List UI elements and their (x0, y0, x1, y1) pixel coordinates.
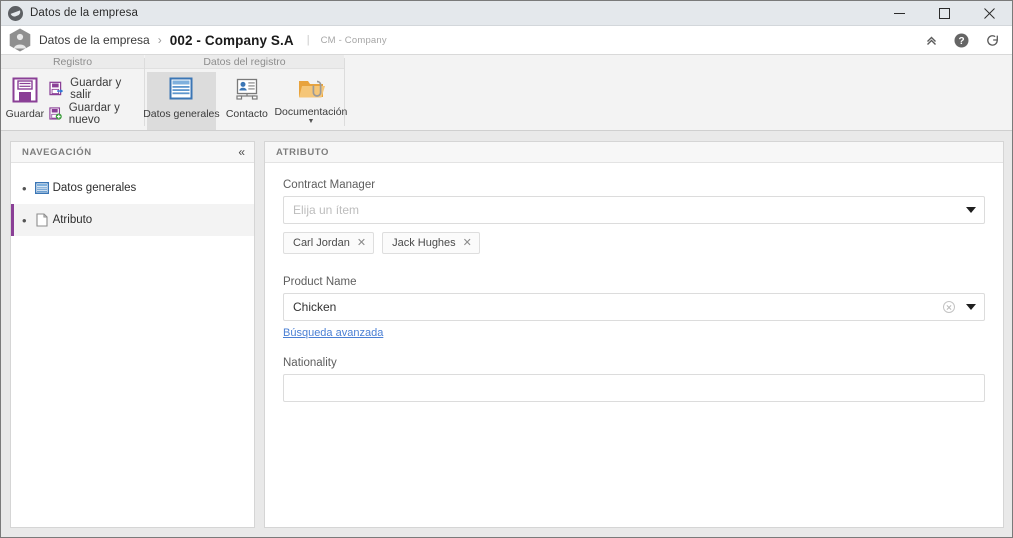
sidebar-item-datos-generales[interactable]: • Datos generales (11, 172, 254, 204)
collapse-ribbon-icon[interactable] (925, 34, 938, 47)
globe-icon (8, 5, 23, 21)
contract-manager-placeholder: Elija un ítem (293, 203, 360, 217)
close-button[interactable] (967, 1, 1012, 26)
ribbon-group-title: Datos del registro (145, 55, 344, 69)
navigation-panel: NAVEGACIÓN « • Datos generales • Atribut… (10, 141, 255, 528)
bullet-icon: • (22, 180, 27, 196)
remove-chip-icon[interactable]: ✕ (463, 237, 472, 249)
document-page-icon (36, 213, 48, 227)
nationality-input[interactable] (283, 374, 985, 402)
save-button-label: Guardar (5, 108, 45, 120)
ribbon-group-title: Registro (1, 55, 144, 69)
attribute-form-panel: ATRIBUTO Contract Manager Elija un ítem … (264, 141, 1004, 528)
contract-manager-chips: Carl Jordan ✕ Jack Hughes ✕ (283, 232, 985, 254)
breadcrumb-pipe: | (306, 34, 310, 46)
bullet-icon: • (22, 212, 27, 228)
form-title: ATRIBUTO (276, 146, 330, 158)
svg-text:?: ? (958, 36, 964, 47)
field-nationality: Nationality (274, 357, 985, 402)
collapse-navigation-icon[interactable]: « (238, 146, 245, 158)
clear-circle-icon[interactable] (943, 301, 955, 313)
help-icon[interactable]: ? (954, 33, 969, 48)
save-and-new-button[interactable]: Guardar y nuevo (49, 101, 144, 126)
chip-carl-jordan[interactable]: Carl Jordan ✕ (283, 232, 375, 254)
tab-documentacion[interactable]: Documentación ▼ (274, 72, 347, 130)
tab-datos-generales[interactable]: Datos generales (143, 72, 220, 130)
chip-label: Jack Hughes (392, 237, 456, 249)
chip-label: Carl Jordan (293, 237, 350, 249)
form-header: ATRIBUTO (265, 142, 1003, 163)
sidebar-item-label: Atributo (52, 214, 93, 226)
contact-card-icon (236, 78, 258, 100)
field-contract-manager: Contract Manager Elija un ítem Carl Jord… (274, 179, 985, 254)
save-and-new-label: Guardar y nuevo (68, 101, 120, 126)
contract-manager-label: Contract Manager (283, 179, 376, 191)
title-bar: Datos de la empresa (1, 1, 1012, 26)
ribbon-toolbar: Registro Guardar Guardar y salir Guardar… (1, 55, 1012, 131)
chevron-down-icon[interactable]: ▼ (307, 118, 314, 125)
product-name-label: Product Name (283, 276, 357, 288)
breadcrumb-root[interactable]: Datos de la empresa (39, 33, 150, 47)
chevron-down-icon[interactable] (966, 304, 976, 310)
save-new-icon (49, 107, 62, 120)
refresh-icon[interactable] (985, 33, 1000, 48)
breadcrumb-separator-icon: › (157, 33, 162, 47)
save-button[interactable]: Guardar (1, 72, 49, 130)
application-window: Datos de la empresa Datos de la empresa … (0, 0, 1013, 538)
blue-window-icon (34, 182, 49, 195)
advanced-search-link[interactable]: Búsqueda avanzada (283, 327, 383, 339)
window-data-icon (169, 77, 193, 100)
window-title: Datos de la empresa (30, 7, 139, 19)
navigation-title: NAVEGACIÓN (22, 146, 92, 158)
content-area: NAVEGACIÓN « • Datos generales • Atribut… (1, 131, 1012, 537)
breadcrumb-subtitle: CM - Company (320, 34, 387, 46)
ribbon-group-datos-del-registro: Datos del registro Datos generales Conta… (143, 55, 347, 131)
tab-contacto-label: Contacto (225, 108, 268, 120)
breadcrumb-current: 002 - Company S.A (169, 32, 294, 48)
save-exit-icon (49, 81, 63, 96)
navigation-header: NAVEGACIÓN « (11, 142, 254, 163)
sidebar-item-label: Datos generales (52, 182, 137, 194)
contract-manager-input[interactable]: Elija un ítem (283, 196, 985, 224)
remove-chip-icon[interactable]: ✕ (357, 237, 366, 249)
user-hexagon-icon (9, 28, 31, 52)
chip-jack-hughes[interactable]: Jack Hughes ✕ (382, 232, 480, 254)
save-and-exit-label: Guardar y salir (70, 76, 122, 101)
tab-contacto[interactable]: Contacto (216, 72, 278, 130)
tab-documentacion-label: Documentación (274, 106, 348, 118)
product-name-input[interactable]: Chicken (283, 293, 985, 321)
breadcrumb-actions: ? (925, 33, 1003, 48)
tab-datos-generales-label: Datos generales (143, 108, 220, 120)
save-floppy-icon (12, 77, 38, 103)
navigation-list: • Datos generales • Atributo (11, 163, 254, 236)
breadcrumb-bar: Datos de la empresa › 002 - Company S.A … (1, 26, 1012, 55)
window-controls (877, 1, 1012, 26)
ribbon-group-registro: Registro Guardar Guardar y salir Guardar… (1, 55, 144, 131)
save-and-exit-button[interactable]: Guardar y salir (49, 76, 144, 101)
form-body: Contract Manager Elija un ítem Carl Jord… (265, 163, 1003, 402)
chevron-down-icon[interactable] (966, 207, 976, 213)
nationality-label: Nationality (283, 357, 337, 369)
maximize-button[interactable] (922, 1, 967, 26)
field-product-name: Product Name Chicken Búsqueda avanzada (274, 276, 985, 341)
minimize-button[interactable] (877, 1, 922, 26)
folder-clip-icon (298, 80, 325, 98)
sidebar-item-atributo[interactable]: • Atributo (11, 204, 254, 236)
product-name-value: Chicken (293, 300, 337, 314)
